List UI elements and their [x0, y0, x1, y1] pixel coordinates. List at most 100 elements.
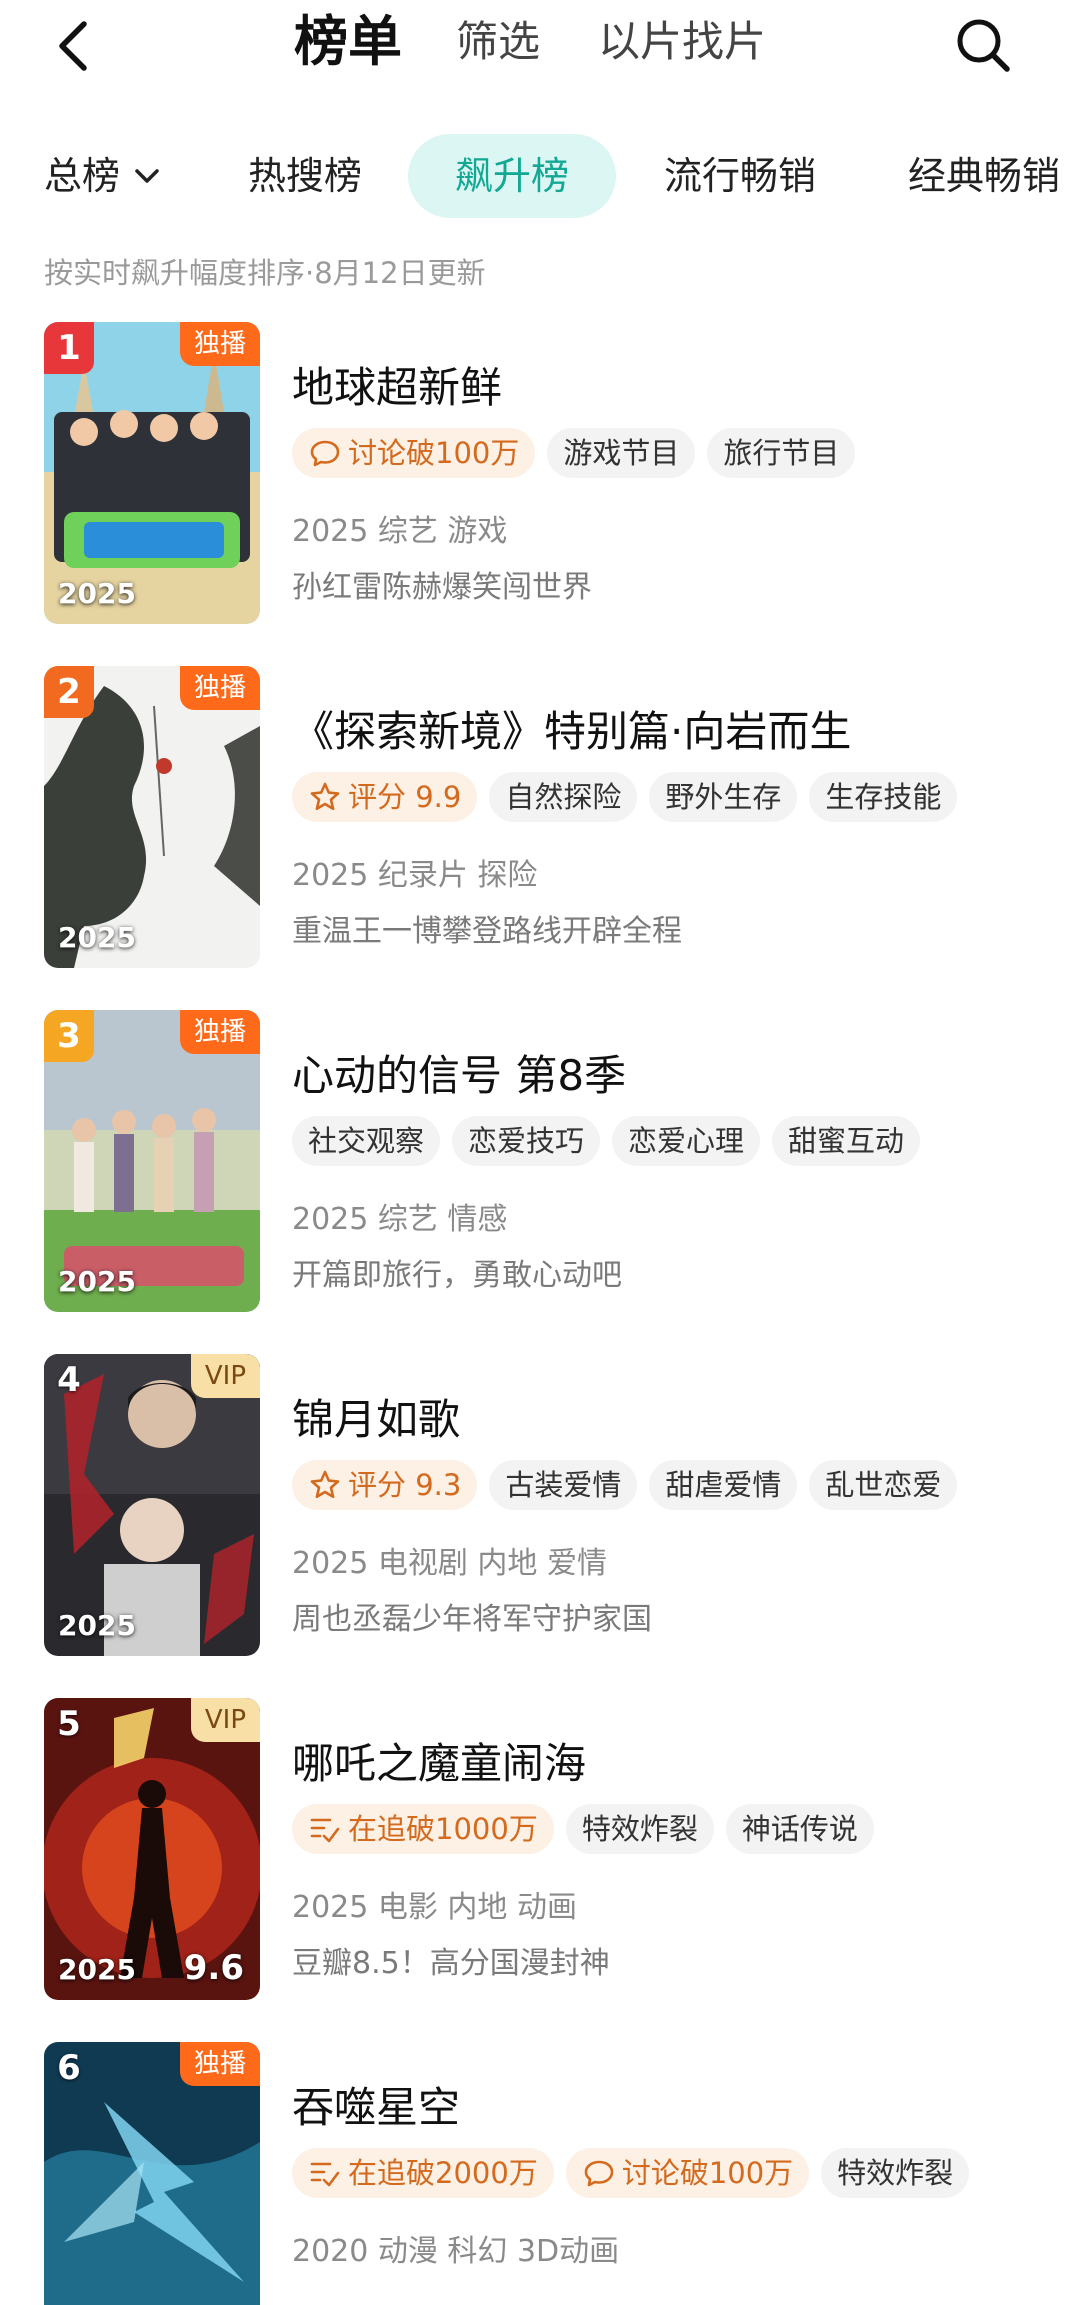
tag-rating[interactable]: 评分 9.3 [292, 1460, 478, 1510]
tag-genre[interactable]: 神话传说 [725, 1804, 874, 1854]
tag-discussion[interactable]: 讨论破100万 [565, 2148, 810, 2198]
item-title[interactable]: 吞噬星空 [292, 2074, 460, 2135]
tag-genre[interactable]: 社交观察 [292, 1116, 441, 1166]
list-item[interactable]: 4 VIP 2025 锦月如歌 评分 9.3 古装爱情 甜虐爱情 乱世恋爱 20… [0, 1354, 1080, 1658]
tag-list: 评分 9.3 古装爱情 甜虐爱情 乱世恋爱 [292, 1460, 958, 1510]
tag-list: 在追破1000万 特效炸裂 神话传说 [292, 1804, 874, 1854]
item-description: 开篇即旅行，勇敢心动吧 [292, 1258, 622, 1293]
item-description: 重温王一博攀登路线开辟全程 [292, 914, 682, 949]
rank-badge: 3 [44, 1010, 94, 1062]
poster-image[interactable]: 5 VIP 2025 9.6 [44, 1698, 260, 2000]
item-description: 豆瓣8.5！高分国漫封神 [292, 1946, 610, 1981]
poster-year: 2025 [58, 1953, 136, 1986]
tag-genre[interactable]: 甜蜜互动 [772, 1116, 921, 1166]
star-icon [310, 1470, 340, 1499]
tag-label: 讨论破100万 [621, 2156, 794, 2190]
poster-image[interactable]: 1 独播 2025 [44, 322, 260, 624]
rank-badge: 2 [44, 666, 94, 718]
poster-image[interactable]: 4 VIP 2025 [44, 1354, 260, 1656]
tag-genre[interactable]: 野外生存 [649, 772, 798, 822]
poster-year: 2025 [58, 1609, 136, 1642]
tab-find-similar[interactable]: 以片找片 [598, 10, 766, 74]
chat-bubble-icon [310, 440, 340, 467]
vip-badge: VIP [190, 1354, 260, 1398]
rank-badge: 1 [44, 322, 94, 374]
vip-badge: VIP [190, 1698, 260, 1742]
tag-genre[interactable]: 甜虐爱情 [649, 1460, 798, 1510]
tag-discussion[interactable]: 讨论破100万 [292, 428, 536, 478]
list-item[interactable]: 3 独播 2025 心动的信号 第8季 社交观察 恋爱技巧 恋爱心理 甜蜜互动 … [0, 1010, 1080, 1314]
tag-list: 在追破2000万 讨论破100万 特效炸裂 [292, 2148, 970, 2198]
rank-badge: 6 [57, 2048, 81, 2088]
search-icon[interactable] [952, 14, 1014, 76]
tag-rating[interactable]: 评分 9.9 [292, 772, 478, 822]
exclusive-badge: 独播 [179, 322, 260, 366]
item-description: 孙红雷陈赫爆笑闯世界 [292, 570, 592, 605]
star-icon [310, 782, 340, 811]
tag-genre[interactable]: 生存技能 [809, 772, 958, 822]
rank-badge: 4 [57, 1360, 81, 1400]
rank-badge: 5 [57, 1704, 81, 1744]
exclusive-badge: 独播 [179, 666, 260, 710]
tag-label: 评分 9.3 [348, 1468, 462, 1502]
poster-year: 2025 [58, 921, 136, 954]
category-overall-dropdown[interactable]: 总榜 [44, 134, 162, 218]
poster-image[interactable]: 2 独播 2025 [44, 666, 260, 968]
trending-list-icon [310, 2162, 340, 2187]
tag-list: 讨论破100万 游戏节目 旅行节目 [292, 428, 856, 478]
top-bar: 榜单 筛选 以片找片 [0, 0, 1080, 96]
tag-followers[interactable]: 在追破2000万 [292, 2148, 554, 2198]
item-meta: 2025 电影 内地 动画 [292, 1890, 577, 1925]
tag-genre[interactable]: 特效炸裂 [565, 1804, 714, 1854]
tag-label: 讨论破100万 [348, 436, 520, 470]
list-item[interactable]: 2 独播 2025 《探索新境》特别篇·向岩而生 评分 9.9 自然探险 野外生… [0, 666, 1080, 970]
poster-image[interactable]: 3 独播 2025 [44, 1010, 260, 1312]
item-description: 周也丞磊少年将军守护家国 [292, 1602, 652, 1637]
chat-bubble-icon [584, 2160, 614, 2187]
tag-label: 在追破2000万 [348, 2156, 538, 2190]
poster-image[interactable]: 6 独播 [44, 2042, 260, 2305]
trending-list-icon [310, 1818, 340, 1843]
tab-filter[interactable]: 筛选 [456, 10, 540, 74]
tag-label: 评分 9.9 [348, 780, 462, 814]
exclusive-badge: 独播 [179, 2042, 260, 2086]
item-meta: 2025 电视剧 内地 爱情 [292, 1546, 607, 1581]
exclusive-badge: 独播 [179, 1010, 260, 1054]
category-rising[interactable]: 飙升榜 [408, 134, 616, 218]
item-title[interactable]: 地球超新鲜 [292, 354, 502, 415]
poster-score: 9.6 [183, 1948, 244, 1988]
list-item[interactable]: 6 独播 吞噬星空 在追破2000万 讨论破100万 特效炸裂 2020 动漫 … [0, 2042, 1080, 2305]
category-label: 总榜 [44, 154, 121, 198]
item-meta: 2025 纪录片 探险 [292, 858, 538, 893]
poster-year: 2025 [58, 577, 136, 610]
tag-genre[interactable]: 自然探险 [489, 772, 638, 822]
list-item[interactable]: 1 独播 2025 地球超新鲜 讨论破100万 游戏节目 旅行节目 2025 综… [0, 322, 1080, 626]
tag-label: 在追破1000万 [348, 1812, 538, 1846]
item-title[interactable]: 心动的信号 第8季 [292, 1042, 626, 1103]
category-popular-bestseller[interactable]: 流行畅销 [664, 134, 816, 218]
tag-genre[interactable]: 古装爱情 [489, 1460, 638, 1510]
chevron-down-icon [135, 169, 159, 183]
tag-followers[interactable]: 在追破1000万 [292, 1804, 554, 1854]
category-classic-bestseller[interactable]: 经典畅销 [908, 134, 1060, 218]
ranking-subtitle: 按实时飙升幅度排序·8月12日更新 [44, 256, 486, 290]
category-tabs: 总榜 热搜榜 飙升榜 流行畅销 经典畅销 [0, 134, 1080, 218]
item-title[interactable]: 锦月如歌 [292, 1386, 460, 1447]
item-title[interactable]: 哪吒之魔童闹海 [292, 1730, 586, 1791]
tag-genre[interactable]: 恋爱心理 [612, 1116, 761, 1166]
item-title[interactable]: 《探索新境》特别篇·向岩而生 [292, 698, 851, 759]
poster-year: 2025 [58, 1265, 136, 1298]
item-meta: 2025 综艺 情感 [292, 1202, 508, 1237]
tag-genre[interactable]: 旅行节目 [707, 428, 856, 478]
category-hot-search[interactable]: 热搜榜 [248, 134, 362, 218]
tag-genre[interactable]: 恋爱技巧 [452, 1116, 601, 1166]
tab-ranking[interactable]: 榜单 [294, 10, 402, 74]
tag-list: 社交观察 恋爱技巧 恋爱心理 甜蜜互动 [292, 1116, 921, 1166]
item-meta: 2020 动漫 科幻 3D动画 [292, 2234, 620, 2269]
tag-genre[interactable]: 乱世恋爱 [809, 1460, 958, 1510]
back-arrow-icon[interactable] [52, 18, 96, 74]
tag-genre[interactable]: 游戏节目 [547, 428, 696, 478]
tag-genre[interactable]: 特效炸裂 [821, 2148, 970, 2198]
item-meta: 2025 综艺 游戏 [292, 514, 508, 549]
list-item[interactable]: 5 VIP 2025 9.6 哪吒之魔童闹海 在追破1000万 特效炸裂 神话传… [0, 1698, 1080, 2002]
